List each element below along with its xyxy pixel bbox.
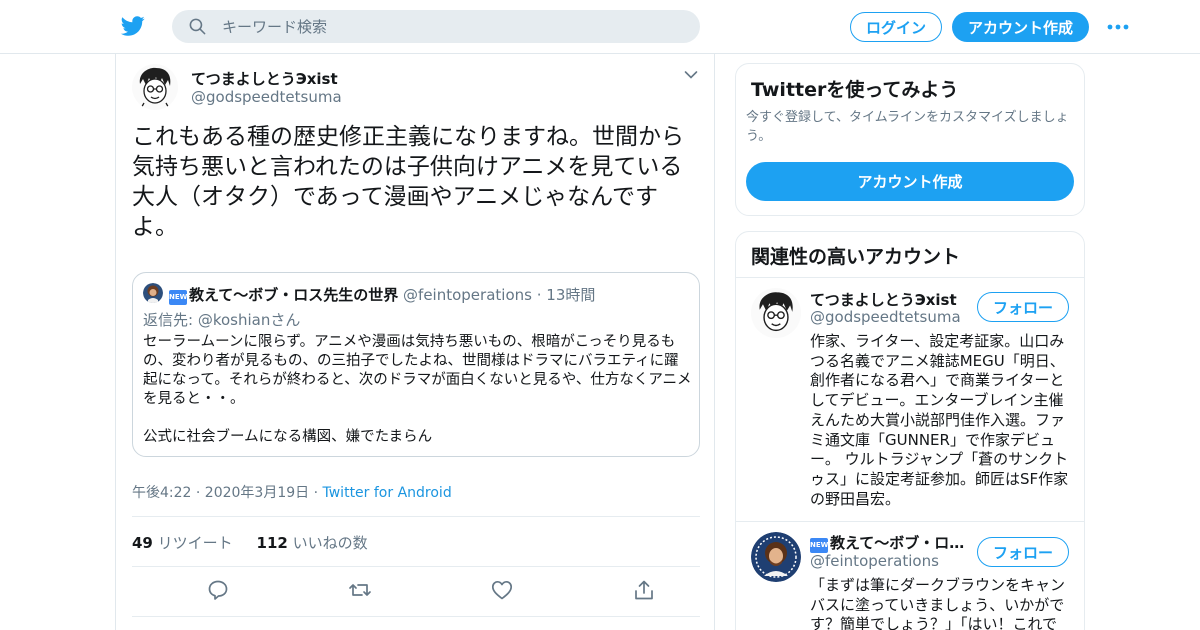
quoted-author-avatar xyxy=(143,283,163,303)
tweet-source-link[interactable]: Twitter for Android xyxy=(323,485,452,501)
quoted-author-handle[interactable]: @feintoperations xyxy=(403,286,532,304)
quoted-avatar-image xyxy=(143,283,163,303)
author-avatar-image xyxy=(132,64,178,110)
related-account-name[interactable]: NEW教えて〜ボブ・ロス先生の世界 xyxy=(810,532,970,553)
divider xyxy=(736,277,1084,278)
related-account-bio: 作家、ライター、設定考証家。山口みつる名義でアニメ雑誌MEGU「明日、創作者にな… xyxy=(810,332,1069,508)
share-icon[interactable] xyxy=(632,578,656,602)
signup-card-subtitle: 今すぐ登録して、タイムラインをカスタマイズしましょう。 xyxy=(746,110,1069,144)
related-account-handle[interactable]: @feintoperations xyxy=(810,552,939,570)
related-account-avatar[interactable] xyxy=(751,532,801,582)
signup-button[interactable]: アカウント作成 xyxy=(952,12,1089,42)
follow-button[interactable]: フォロー xyxy=(977,537,1069,567)
quoted-text: セーラームーンに限らず。アニメや漫画は気持ち悪いもの、根暗がこっそり見るもの、変… xyxy=(143,333,693,447)
quoted-paragraph: セーラームーンに限らず。アニメや漫画は気持ち悪いもの、根暗がこっそり見るもの、変… xyxy=(143,334,692,407)
quoted-tweet[interactable]: NEW 教えて〜ボブ・ロス先生の世界 @feintoperations · 13時… xyxy=(132,272,700,457)
more-dots-icon[interactable] xyxy=(1106,19,1130,35)
twitter-bird-icon[interactable] xyxy=(120,14,146,38)
tweet-timestamp: 午後4:22 · 2020年3月19日 · Twitter for Androi… xyxy=(132,482,452,502)
related-account-avatar[interactable] xyxy=(751,288,801,338)
retweet-icon[interactable] xyxy=(348,578,372,602)
follow-button[interactable]: フォロー xyxy=(977,292,1069,322)
reply-handle-link[interactable]: @koshian xyxy=(198,311,271,329)
like-label: いいねの数 xyxy=(292,534,368,552)
quoted-paragraph: 公式に社会ブームになる構図、嫌でたまらん xyxy=(143,429,433,445)
related-account-bio: 「まずは筆にダークブラウンをキャンバスに塗っていきましょう、いかがです？簡単でし… xyxy=(810,576,1066,630)
chevron-down-icon[interactable] xyxy=(684,70,698,80)
signup-card-button[interactable]: アカウント作成 xyxy=(746,162,1074,201)
tweet-actions xyxy=(132,578,700,606)
search-icon xyxy=(189,18,206,35)
signup-card-title: Twitterを使ってみよう xyxy=(751,79,959,101)
reply-icon[interactable] xyxy=(206,578,230,602)
related-accounts-card: 関連性の高いアカウント てつまよしとうЭxist @godspeedtetsum… xyxy=(735,231,1085,630)
retweet-label: リツイート xyxy=(157,534,233,552)
new-badge-icon: NEW xyxy=(169,290,187,305)
divider xyxy=(132,616,700,617)
signup-card: Twitterを使ってみよう 今すぐ登録して、タイムラインをカスタマイズしましょ… xyxy=(735,63,1085,216)
reply-to-line: 返信先: @koshianさん xyxy=(143,309,300,330)
divider xyxy=(736,521,1084,522)
tweet-stats: 49 リツイート 112 いいねの数 xyxy=(132,532,368,553)
author-name[interactable]: てつまよしとうЭxist xyxy=(191,68,338,89)
like-icon[interactable] xyxy=(490,578,514,602)
related-account-handle[interactable]: @godspeedtetsuma xyxy=(810,308,961,326)
search-input[interactable] xyxy=(222,10,682,43)
author-handle[interactable]: @godspeedtetsuma xyxy=(191,88,342,106)
reply-prefix: 返信先: xyxy=(143,311,198,329)
retweet-stat[interactable]: 49 リツイート xyxy=(132,534,233,552)
like-stat[interactable]: 112 いいねの数 xyxy=(257,534,368,552)
tweet-detail-column: てつまよしとうЭxist @godspeedtetsuma これもある種の歴史修… xyxy=(115,54,715,630)
search-box[interactable] xyxy=(172,10,700,43)
related-account-name[interactable]: てつまよしとうЭxist xyxy=(810,289,970,310)
login-button[interactable]: ログイン xyxy=(850,12,942,42)
top-navigation-bar: ログイン アカウント作成 xyxy=(0,0,1200,54)
related-account-name-text: 教えて〜ボブ・ロス先生の世界 xyxy=(830,534,970,552)
quoted-author-name[interactable]: 教えて〜ボブ・ロス先生の世界 xyxy=(189,286,398,304)
separator-dot: · xyxy=(536,286,542,304)
related-avatar-image xyxy=(751,288,801,338)
like-count: 112 xyxy=(256,534,288,552)
retweet-count: 49 xyxy=(132,534,153,552)
divider xyxy=(132,516,700,517)
related-avatar-image xyxy=(751,532,801,582)
timestamp-text[interactable]: 午後4:22 · 2020年3月19日 · xyxy=(132,485,323,501)
tweet-text: これもある種の歴史修正主義になりますね。世間から気持ち悪いと言われたのは子供向け… xyxy=(132,124,684,240)
reply-suffix: さん xyxy=(270,311,301,329)
author-avatar[interactable] xyxy=(132,64,178,110)
divider xyxy=(132,566,700,567)
quoted-time[interactable]: 13時間 xyxy=(546,286,595,304)
related-accounts-title: 関連性の高いアカウント xyxy=(751,246,961,268)
new-badge-icon: NEW xyxy=(810,538,828,553)
quoted-header: NEW 教えて〜ボブ・ロス先生の世界 @feintoperations · 13時… xyxy=(169,284,595,305)
